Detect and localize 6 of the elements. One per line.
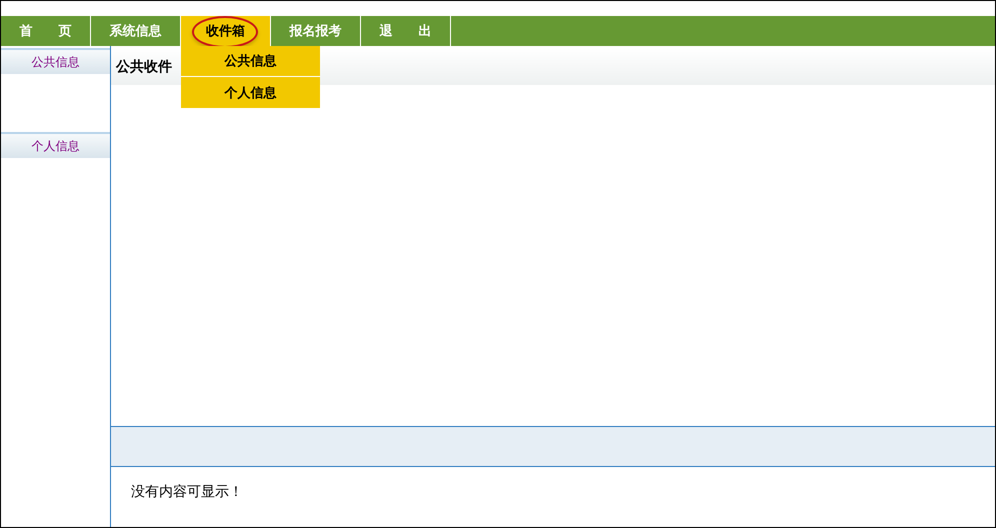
empty-message: 没有内容可显示！ [131,484,243,500]
page-title: 公共收件 [116,58,172,76]
sidebar-item[interactable]: 个人信息 [1,132,110,158]
sidebar-item[interactable]: 公共信息 [1,48,110,74]
dropdown-item[interactable]: 个人信息 [181,77,320,108]
nav-tab[interactable]: 收件箱 [181,16,270,46]
